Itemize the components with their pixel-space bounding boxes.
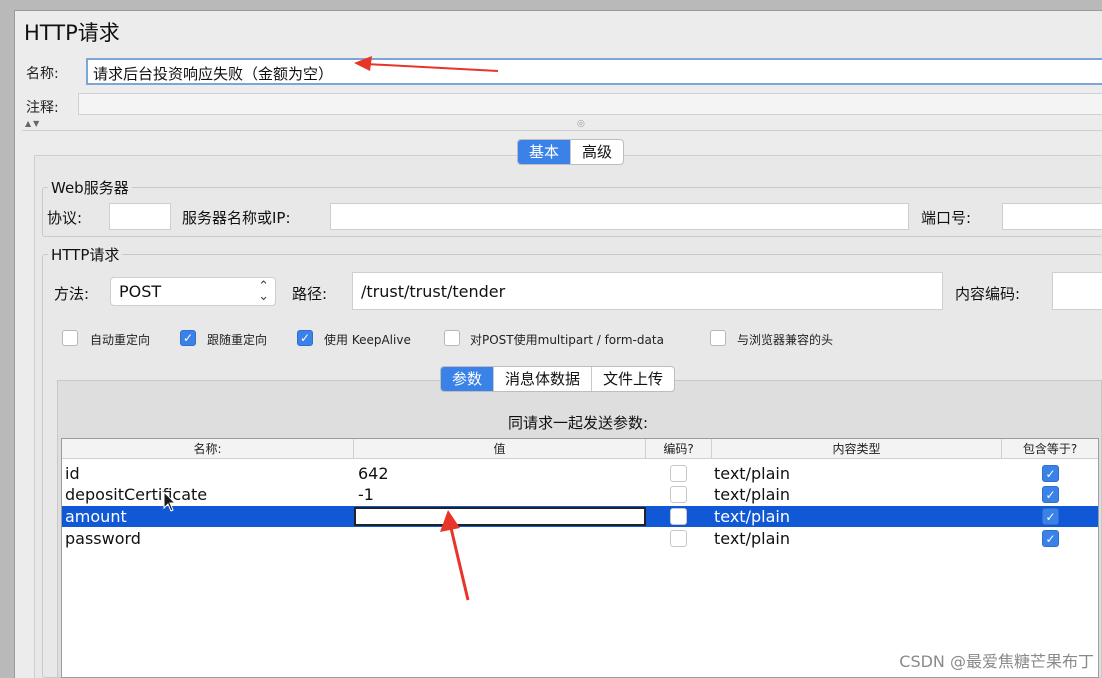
port-label: 端口号: (921, 209, 972, 227)
param-content-type[interactable]: text/plain (714, 484, 790, 505)
table-row[interactable]: password text/plain ✓ (62, 528, 1098, 549)
tab-body-data[interactable]: 消息体数据 (494, 367, 593, 391)
server-label: 服务器名称或IP: (182, 209, 291, 227)
checkmark-icon: ✓ (1045, 509, 1056, 524)
auto-redirect-checkbox[interactable] (62, 330, 78, 346)
checkmark-icon: ✓ (1045, 487, 1056, 502)
column-header-name[interactable]: 名称: (62, 439, 354, 459)
multipart-checkbox[interactable] (444, 330, 460, 346)
splitter-handle-icon[interactable]: ◎ (577, 119, 585, 129)
method-value: POST (119, 282, 162, 301)
param-value[interactable]: 642 (358, 463, 389, 484)
encoding-input[interactable] (1052, 272, 1102, 310)
mode-tabs: 基本 高级 (517, 139, 625, 165)
follow-redirect-label: 跟随重定向 (207, 333, 268, 347)
path-input[interactable]: /trust/trust/tender (352, 272, 943, 310)
param-content-type[interactable]: text/plain (714, 528, 790, 549)
encode-checkbox[interactable] (670, 530, 687, 547)
method-select[interactable]: POST ⌃ ⌄ (110, 277, 276, 306)
param-content-type[interactable]: text/plain (714, 506, 790, 527)
follow-redirect-checkbox[interactable]: ✓ (180, 330, 196, 346)
tab-basic[interactable]: 基本 (518, 140, 572, 164)
protocol-label: 协议: (47, 209, 83, 227)
comment-input[interactable] (78, 93, 1102, 115)
splitter-divider (22, 130, 1102, 131)
mouse-pointer-icon (163, 491, 177, 512)
method-label: 方法: (54, 285, 90, 303)
params-caption: 同请求一起发送参数: (508, 414, 649, 432)
include-equals-checkbox[interactable]: ✓ (1042, 465, 1059, 482)
table-row[interactable]: depositCertificate -1 text/plain ✓ (62, 484, 1098, 505)
include-equals-checkbox[interactable]: ✓ (1042, 486, 1059, 503)
keepalive-checkbox[interactable]: ✓ (297, 330, 313, 346)
encode-checkbox[interactable] (670, 465, 687, 482)
auto-redirect-label: 自动重定向 (90, 333, 151, 347)
chevron-updown-icon: ⌃ ⌄ (258, 279, 269, 304)
port-input[interactable] (1002, 203, 1102, 230)
browser-headers-checkbox[interactable] (710, 330, 726, 346)
annotation-arrow-icon (440, 510, 470, 601)
checkmark-icon: ✓ (1045, 466, 1056, 481)
param-name: id (65, 464, 80, 483)
http-request-title: HTTP请求 (48, 244, 123, 265)
checkmark-icon: ✓ (182, 331, 194, 345)
browser-headers-label: 与浏览器兼容的头 (737, 333, 834, 347)
encode-checkbox[interactable] (670, 486, 687, 503)
param-content-type[interactable]: text/plain (714, 463, 790, 484)
collapse-arrows-icon[interactable]: ▲▼ (25, 119, 41, 128)
multipart-label: 对POST使用multipart / form-data (470, 333, 664, 347)
server-input[interactable] (330, 203, 909, 230)
keepalive-label: 使用 KeepAlive (324, 333, 411, 347)
name-label: 名称: (26, 66, 59, 82)
checkmark-icon: ✓ (1045, 531, 1056, 546)
param-value[interactable]: -1 (358, 484, 374, 505)
column-header-value[interactable]: 值 (354, 439, 646, 459)
encoding-label: 内容编码: (955, 285, 1021, 303)
column-header-include-equals[interactable]: 包含等于? (1002, 439, 1098, 459)
protocol-input[interactable] (109, 203, 171, 230)
tab-parameters[interactable]: 参数 (441, 367, 495, 391)
path-label: 路径: (292, 285, 328, 303)
tab-file-upload[interactable]: 文件上传 (592, 367, 674, 391)
column-header-content-type[interactable]: 内容类型 (712, 439, 1002, 459)
comment-label: 注释: (26, 100, 59, 116)
param-name: password (65, 529, 141, 548)
annotation-arrow-icon (354, 56, 499, 72)
params-table[interactable]: 名称: 值 编码? 内容类型 包含等于? id 642 text/plain ✓… (61, 438, 1099, 678)
include-equals-checkbox[interactable]: ✓ (1042, 530, 1059, 547)
body-tabs: 参数 消息体数据 文件上传 (440, 366, 676, 392)
table-row[interactable]: id 642 text/plain ✓ (62, 463, 1098, 484)
name-input[interactable]: 请求后台投资响应失败（金额为空） (86, 58, 1102, 85)
column-header-encode[interactable]: 编码? (646, 439, 712, 459)
checkmark-icon: ✓ (299, 331, 311, 345)
include-equals-checkbox[interactable]: ✓ (1042, 508, 1059, 525)
param-value-editor[interactable] (354, 507, 646, 526)
panel-title: HTTP请求 (24, 21, 120, 45)
tab-advanced[interactable]: 高级 (571, 140, 623, 164)
param-name: amount (65, 507, 127, 526)
web-server-title: Web服务器 (48, 177, 132, 198)
param-name: depositCertificate (65, 485, 208, 504)
table-row-selected[interactable]: amount text/plain ✓ (62, 506, 1098, 527)
watermark: CSDN @最爱焦糖芒果布丁 (899, 652, 1094, 671)
encode-checkbox[interactable] (670, 508, 687, 525)
